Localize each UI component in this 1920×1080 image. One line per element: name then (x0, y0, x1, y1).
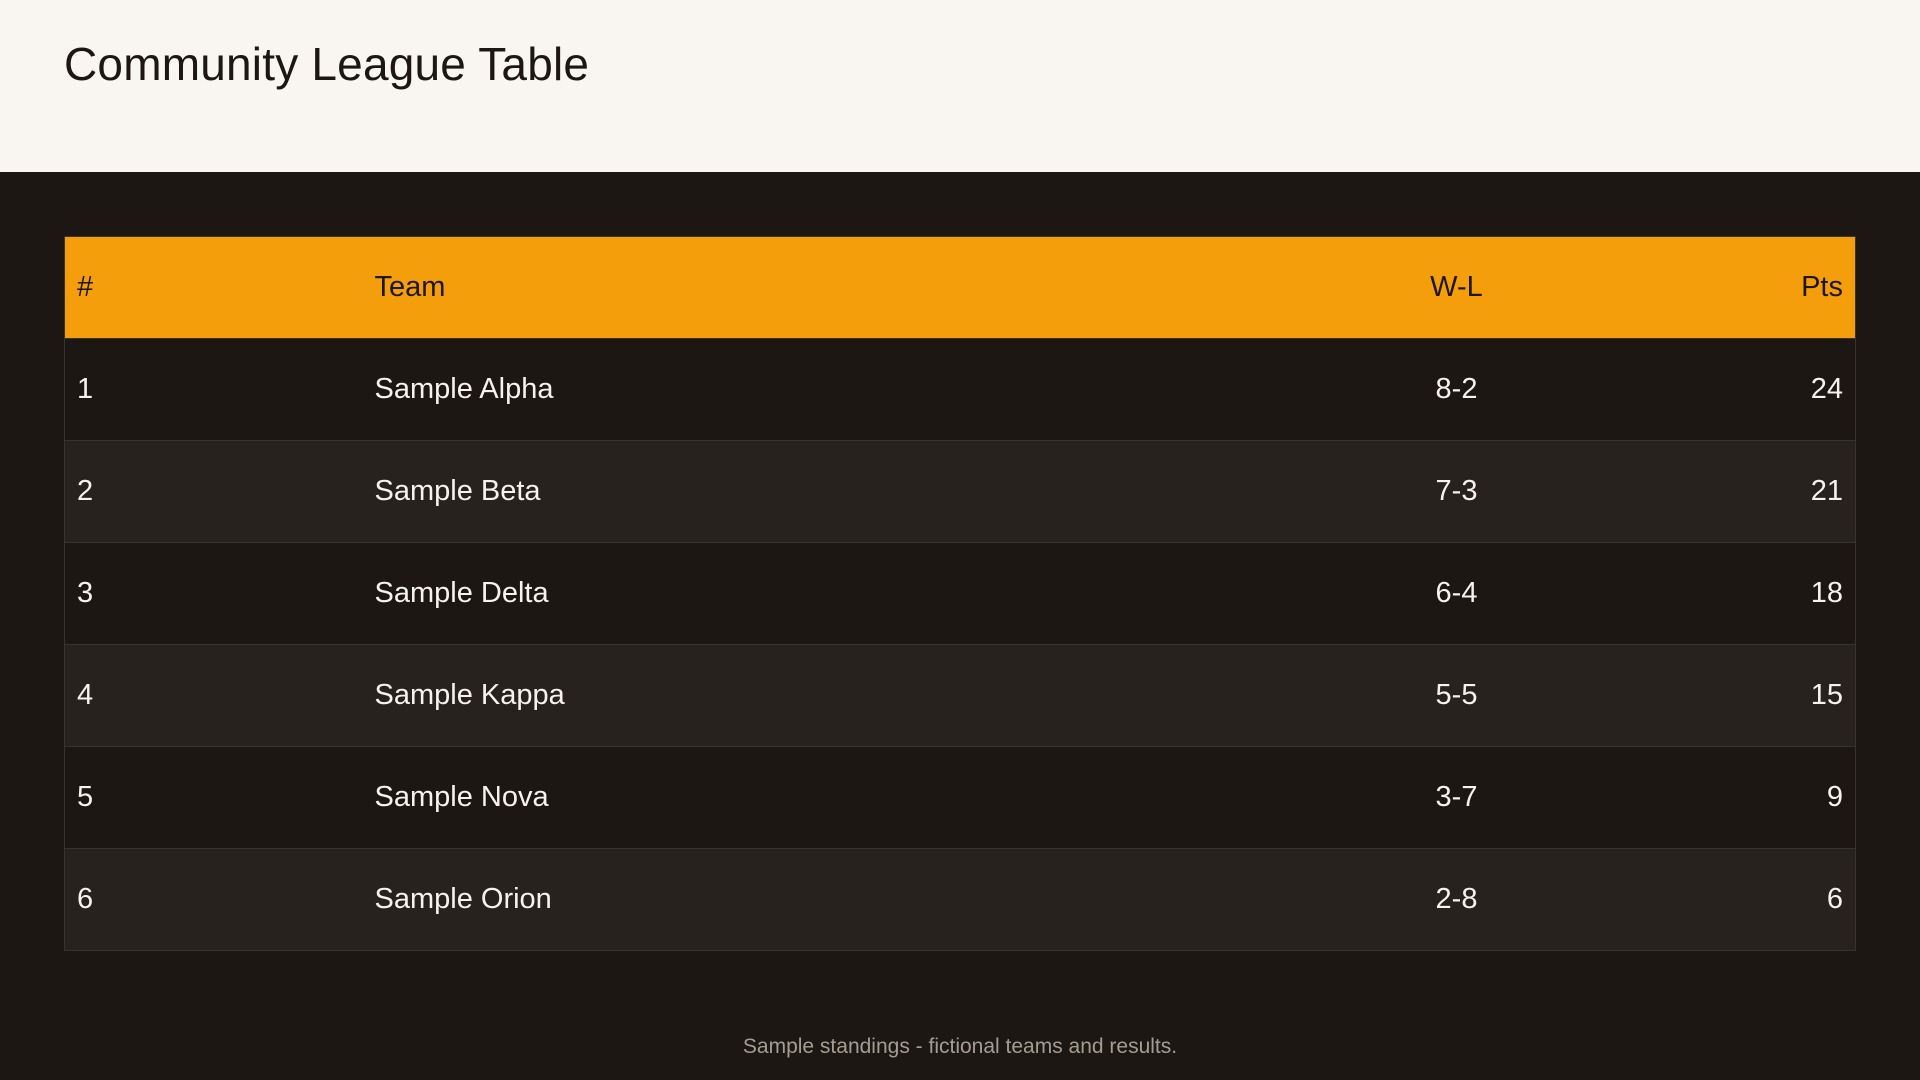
wl-cell: 5-5 (1435, 679, 1478, 711)
rank-cell: 3 (77, 577, 94, 609)
team-cell: Sample Orion (374, 883, 552, 915)
wl-cell: 7-3 (1435, 475, 1478, 507)
page-title: Community League Table (64, 38, 590, 90)
team-cell: Sample Beta (374, 475, 541, 507)
table-row[interactable]: 6 Sample Orion 2-8 6 (64, 848, 1856, 951)
pts-cell: 9 (1826, 781, 1843, 813)
column-header-pts[interactable]: Pts (1515, 237, 1856, 339)
table-row[interactable]: 3 Sample Delta 6-4 18 (64, 542, 1856, 645)
pts-cell: 6 (1826, 883, 1843, 915)
wl-cell: 2-8 (1435, 883, 1478, 915)
pts-cell: 18 (1810, 577, 1843, 609)
table-header-row: # Team W-L Pts (64, 236, 1856, 339)
team-cell: Sample Alpha (374, 373, 554, 405)
rank-cell: 6 (77, 883, 94, 915)
pts-cell: 15 (1810, 679, 1843, 711)
table-row[interactable]: 1 Sample Alpha 8-2 24 (64, 338, 1856, 441)
column-header-team[interactable]: Team (363, 237, 1399, 339)
column-header-wl[interactable]: W-L (1399, 237, 1515, 339)
footnote: Sample standings - fictional teams and r… (742, 1035, 1178, 1058)
team-cell: Sample Kappa (374, 679, 565, 711)
standings-table: # Team W-L Pts 1 Sample Alpha 8-2 24 2 S… (64, 236, 1856, 951)
page-header: Community League Table (0, 0, 1920, 172)
pts-cell: 21 (1810, 475, 1843, 507)
wl-cell: 6-4 (1435, 577, 1478, 609)
rank-cell: 1 (77, 373, 94, 405)
rank-cell: 2 (77, 475, 94, 507)
team-cell: Sample Nova (374, 781, 549, 813)
pts-cell: 24 (1810, 373, 1843, 405)
wl-cell: 3-7 (1435, 781, 1478, 813)
table-row[interactable]: 2 Sample Beta 7-3 21 (64, 440, 1856, 543)
rank-cell: 5 (77, 781, 94, 813)
team-cell: Sample Delta (374, 577, 549, 609)
wl-cell: 8-2 (1435, 373, 1478, 405)
table-row[interactable]: 5 Sample Nova 3-7 9 (64, 746, 1856, 849)
rank-cell: 4 (77, 679, 94, 711)
table-row[interactable]: 4 Sample Kappa 5-5 15 (64, 644, 1856, 747)
column-header-rank[interactable]: # (65, 237, 363, 339)
